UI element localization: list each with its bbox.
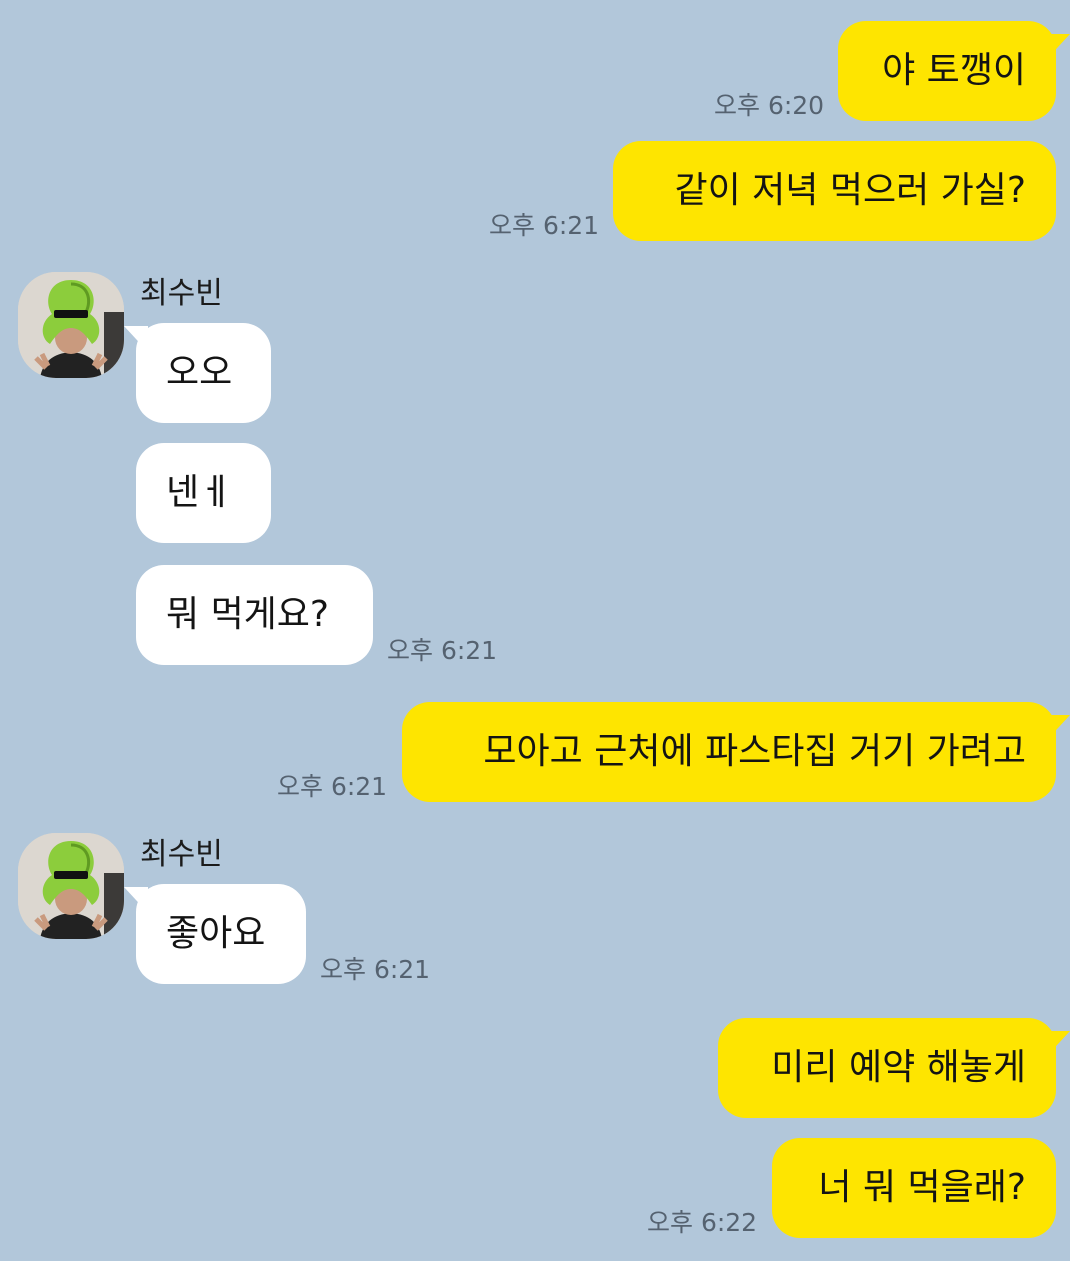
bubble-tail	[1046, 34, 1070, 60]
bubble-tail	[1046, 715, 1070, 741]
chat-message-list[interactable]: 야 토깽이 오후 6:20 같이 저녁 먹으러 가실? 오후 6:21 최수빈 …	[0, 0, 1070, 1261]
their-message-bubble[interactable]: 넨ㅔ	[136, 443, 271, 543]
message-timestamp: 오후 6:21	[489, 211, 600, 240]
message-timestamp: 오후 6:20	[714, 91, 825, 120]
contact-avatar[interactable]	[18, 272, 124, 378]
green-hat-person-avatar-icon	[18, 833, 124, 939]
their-message-bubble[interactable]: 좋아요	[136, 884, 306, 984]
message-timestamp: 오후 6:21	[387, 636, 498, 665]
sender-name: 최수빈	[140, 276, 223, 311]
my-message-bubble[interactable]: 모아고 근처에 파스타집 거기 가려고	[402, 702, 1056, 802]
their-message-bubble[interactable]: 뭐 먹게요?	[136, 565, 373, 665]
my-message-bubble[interactable]: 너 뭐 먹을래?	[772, 1138, 1056, 1238]
message-timestamp: 오후 6:21	[320, 955, 431, 984]
sender-name: 최수빈	[140, 837, 223, 872]
message-timestamp: 오후 6:22	[647, 1208, 758, 1237]
bubble-tail	[1046, 1031, 1070, 1057]
contact-avatar[interactable]	[18, 833, 124, 939]
my-message-bubble[interactable]: 야 토깽이	[838, 21, 1056, 121]
their-message-bubble[interactable]: 오오	[136, 323, 271, 423]
message-timestamp: 오후 6:21	[277, 772, 388, 801]
green-hat-person-avatar-icon	[18, 272, 124, 378]
my-message-bubble[interactable]: 같이 저녁 먹으러 가실?	[613, 141, 1056, 241]
my-message-bubble[interactable]: 미리 예약 해놓게	[718, 1018, 1056, 1118]
